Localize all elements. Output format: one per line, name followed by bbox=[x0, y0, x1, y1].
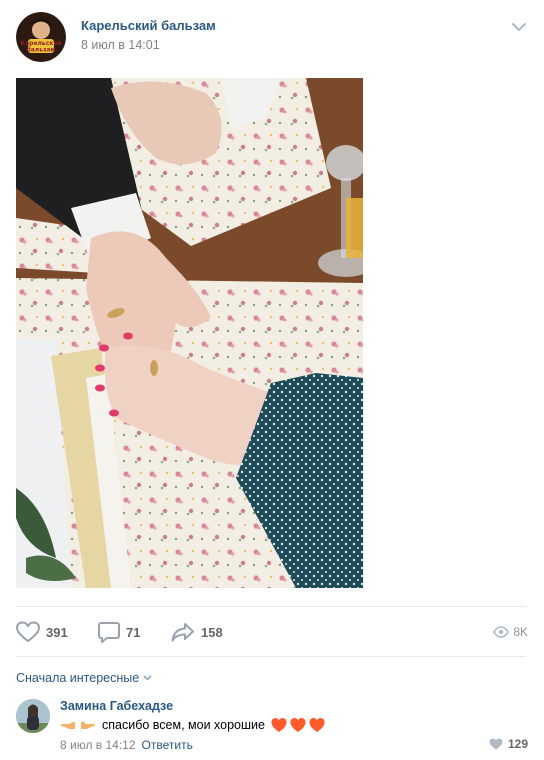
share-icon bbox=[171, 623, 194, 642]
post-actions: 391 71 158 8K bbox=[16, 618, 528, 646]
share-count: 158 bbox=[201, 624, 223, 640]
chevron-down-icon[interactable] bbox=[512, 22, 526, 32]
comments-sort-dropdown[interactable]: Сначала интересные bbox=[16, 671, 152, 685]
comment-date[interactable]: 8 июл в 14:12 bbox=[60, 738, 136, 752]
community-name[interactable]: Карельский бальзам bbox=[81, 18, 216, 33]
comment-item: Замина Габехадзе спасибо всем, мои хорош… bbox=[16, 697, 528, 755]
reply-link[interactable]: Ответить bbox=[142, 738, 193, 752]
share-button[interactable]: 158 bbox=[171, 618, 223, 646]
heart-icon bbox=[16, 621, 40, 643]
divider-top bbox=[16, 606, 526, 607]
comment-like-button[interactable]: 129 bbox=[489, 737, 528, 751]
comments-sort-label: Сначала интересные bbox=[16, 671, 140, 685]
comment-like-count: 129 bbox=[507, 737, 528, 751]
views-counter: 8K bbox=[493, 618, 528, 646]
like-button[interactable]: 391 bbox=[16, 618, 68, 646]
post-photo[interactable] bbox=[16, 78, 363, 588]
avatar-logo-icon: Карельский бальзам bbox=[16, 12, 66, 62]
like-count: 391 bbox=[46, 624, 68, 640]
pointing-hands-icon bbox=[60, 718, 96, 732]
comment-icon bbox=[98, 622, 120, 643]
comment-button[interactable]: 71 bbox=[98, 618, 140, 646]
commenter-name[interactable]: Замина Габехадзе bbox=[60, 699, 173, 713]
divider-bottom bbox=[16, 656, 526, 657]
views-count: 8K bbox=[513, 625, 528, 639]
commenter-avatar[interactable] bbox=[16, 699, 50, 733]
orange-hearts-icon bbox=[271, 717, 325, 733]
community-avatar[interactable]: Карельский бальзам bbox=[16, 12, 66, 62]
heart-icon bbox=[489, 738, 503, 750]
comment-count: 71 bbox=[126, 624, 141, 640]
post-date[interactable]: 8 июл в 14:01 bbox=[81, 38, 160, 52]
post-photo-image bbox=[16, 78, 363, 588]
avatar-photo-icon bbox=[16, 699, 50, 733]
comment-text: спасибо всем, мои хорошие bbox=[60, 717, 325, 733]
eye-icon bbox=[493, 626, 510, 638]
svg-text:бальзам: бальзам bbox=[27, 47, 56, 54]
post-header: Карельский бальзам Карельский бальзам 8 … bbox=[16, 12, 528, 62]
chevron-down-icon bbox=[143, 675, 152, 681]
comment-body: спасибо всем, мои хорошие bbox=[102, 718, 265, 732]
comment-meta: 8 июл в 14:12 Ответить bbox=[60, 738, 193, 752]
